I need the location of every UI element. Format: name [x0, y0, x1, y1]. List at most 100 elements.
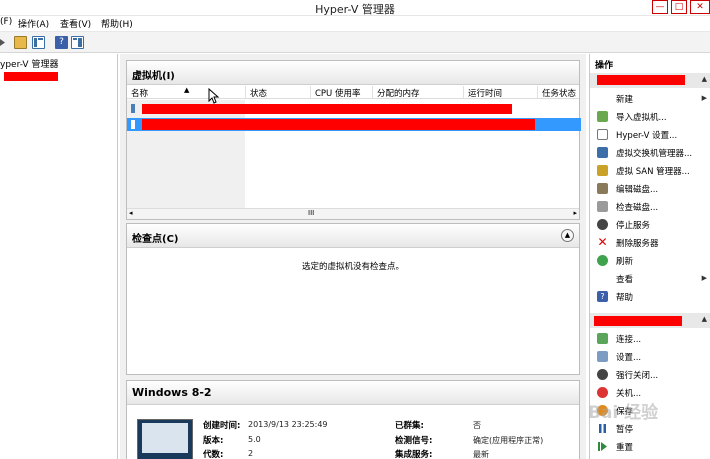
- title-bar: Hyper-V 管理器 — □ ✕: [0, 0, 710, 16]
- mouse-cursor: [208, 87, 220, 104]
- column-divider[interactable]: [372, 86, 373, 98]
- settings-doc-icon: [597, 129, 608, 140]
- menu-file[interactable]: (F): [0, 17, 12, 27]
- col-task-status[interactable]: 任务状态: [542, 87, 576, 99]
- col-memory[interactable]: 分配的内存: [377, 87, 420, 99]
- vm-row[interactable]: [127, 102, 581, 115]
- scroll-thumb-grip[interactable]: III: [308, 209, 314, 217]
- settings-icon: [597, 351, 608, 362]
- tree-item-server-redacted[interactable]: [4, 72, 58, 81]
- watermark: Bai 经验: [588, 403, 659, 423]
- col-uptime[interactable]: 运行时间: [468, 87, 502, 99]
- switch-icon: [597, 147, 608, 158]
- action-settings[interactable]: 设置...: [590, 348, 710, 366]
- action-label: 查看: [616, 275, 634, 285]
- maximize-button[interactable]: □: [671, 0, 687, 14]
- edit-disk-icon: [597, 183, 608, 194]
- connect-icon: [597, 333, 608, 344]
- action-label: 新建: [616, 95, 634, 105]
- field-heartbeat-value: 确定(应用程序正常): [473, 436, 544, 445]
- action-reset[interactable]: 重置: [590, 438, 710, 456]
- menu-view[interactable]: 查看(V): [60, 17, 91, 30]
- field-clustered-label: 已群集:: [395, 421, 424, 431]
- action-label: 暂停: [616, 425, 634, 435]
- menu-bar: (F) 操作(A) 查看(V) 帮助(H): [0, 16, 710, 31]
- col-name[interactable]: 名称: [131, 87, 148, 99]
- column-divider[interactable]: [310, 86, 311, 98]
- menu-action[interactable]: 操作(A): [18, 17, 49, 30]
- checkpoint-panel-title: 检查点(C): [132, 234, 179, 245]
- help-icon: ?: [597, 291, 608, 302]
- show-hide-action-pane-icon[interactable]: [71, 36, 84, 49]
- help-toolbar-icon[interactable]: ?: [55, 36, 68, 49]
- menu-help[interactable]: 帮助(H): [101, 17, 133, 30]
- forward-icon[interactable]: [0, 36, 6, 49]
- import-icon: [597, 111, 608, 122]
- action-connect[interactable]: 连接...: [590, 330, 710, 348]
- collapse-icon[interactable]: ▲: [561, 229, 574, 242]
- field-heartbeat-label: 检测信号:: [395, 436, 433, 446]
- turn-off-icon: [597, 369, 608, 380]
- vm-row-selected[interactable]: [127, 118, 581, 131]
- vm-thumbnail-screen: [142, 423, 188, 453]
- close-button[interactable]: ✕: [690, 0, 710, 14]
- scroll-right-icon[interactable]: ▸: [573, 209, 577, 217]
- action-label: 帮助: [616, 293, 634, 303]
- action-inspect-disk[interactable]: 检查磁盘...: [590, 198, 710, 216]
- field-integration-label: 集成服务:: [395, 450, 433, 459]
- field-created-label: 创建时间:: [203, 421, 241, 431]
- vm-panel: 虚拟机(I) 名称 ▲ 状态 CPU 使用率 分配的内存 运行时间 任务状态 ◂…: [126, 60, 581, 220]
- vm-grid-header: 名称 ▲ 状态 CPU 使用率 分配的内存 运行时间 任务状态: [127, 85, 579, 99]
- column-divider[interactable]: [245, 86, 246, 98]
- sort-ascending-icon: ▲: [184, 86, 190, 94]
- up-folder-icon[interactable]: [14, 36, 27, 49]
- scroll-left-icon[interactable]: ◂: [129, 209, 133, 217]
- refresh-icon: [597, 255, 608, 266]
- vm-name-redacted: [594, 316, 682, 326]
- tree-root-hyperv-manager[interactable]: yper-V 管理器: [0, 57, 58, 70]
- vm-section-header[interactable]: ▲: [590, 313, 710, 328]
- stop-icon: [597, 219, 608, 230]
- column-divider[interactable]: [537, 86, 538, 98]
- horizontal-scrollbar[interactable]: ◂ III ▸: [127, 208, 579, 219]
- action-view[interactable]: 查看 ▶: [590, 270, 710, 288]
- toolbar: ?: [0, 31, 710, 53]
- action-virtual-san-manager[interactable]: 虚拟 SAN 管理器...: [590, 162, 710, 180]
- field-version-value: 5.0: [248, 435, 261, 444]
- action-new[interactable]: 新建 ▶: [590, 90, 710, 108]
- minimize-button[interactable]: —: [652, 0, 668, 14]
- delete-icon: ✕: [597, 235, 608, 249]
- vm-icon: [131, 120, 135, 129]
- action-label: 强行关闭...: [616, 371, 659, 381]
- checkpoint-panel-header: 检查点(C) ▲: [127, 224, 579, 248]
- action-import-vm[interactable]: 导入虚拟机...: [590, 108, 710, 126]
- action-virtual-switch-manager[interactable]: 虚拟交换机管理器...: [590, 144, 710, 162]
- action-help[interactable]: ? 帮助: [590, 288, 710, 306]
- col-status[interactable]: 状态: [250, 87, 267, 99]
- action-stop-service[interactable]: 停止服务: [590, 216, 710, 234]
- collapse-icon[interactable]: ▲: [702, 315, 707, 323]
- name-column-background: [127, 100, 245, 208]
- window-controls: — □ ✕: [652, 0, 710, 14]
- pause-icon: [597, 423, 608, 434]
- action-remove-server[interactable]: ✕ 删除服务器: [590, 234, 710, 252]
- action-label: 重置: [616, 443, 634, 453]
- action-edit-disk[interactable]: 编辑磁盘...: [590, 180, 710, 198]
- vm-row-redacted: [142, 104, 512, 114]
- host-section-header[interactable]: ▲: [590, 73, 710, 88]
- actions-header: 操作: [590, 56, 710, 71]
- field-integration-value: 最新: [473, 450, 489, 459]
- collapse-icon[interactable]: ▲: [702, 75, 707, 83]
- column-divider[interactable]: [463, 86, 464, 98]
- action-label: 检查磁盘...: [616, 203, 659, 213]
- action-turn-off[interactable]: 强行关闭...: [590, 366, 710, 384]
- action-hyperv-settings[interactable]: Hyper-V 设置...: [590, 126, 710, 144]
- action-refresh[interactable]: 刷新: [590, 252, 710, 270]
- show-hide-tree-icon[interactable]: [32, 36, 45, 49]
- action-label: 编辑磁盘...: [616, 185, 659, 195]
- col-cpu[interactable]: CPU 使用率: [315, 87, 361, 99]
- action-label: 设置...: [616, 353, 642, 363]
- host-name-redacted: [597, 75, 685, 85]
- vm-panel-title: 虚拟机(I): [132, 71, 175, 82]
- submenu-arrow-icon: ▶: [701, 274, 707, 282]
